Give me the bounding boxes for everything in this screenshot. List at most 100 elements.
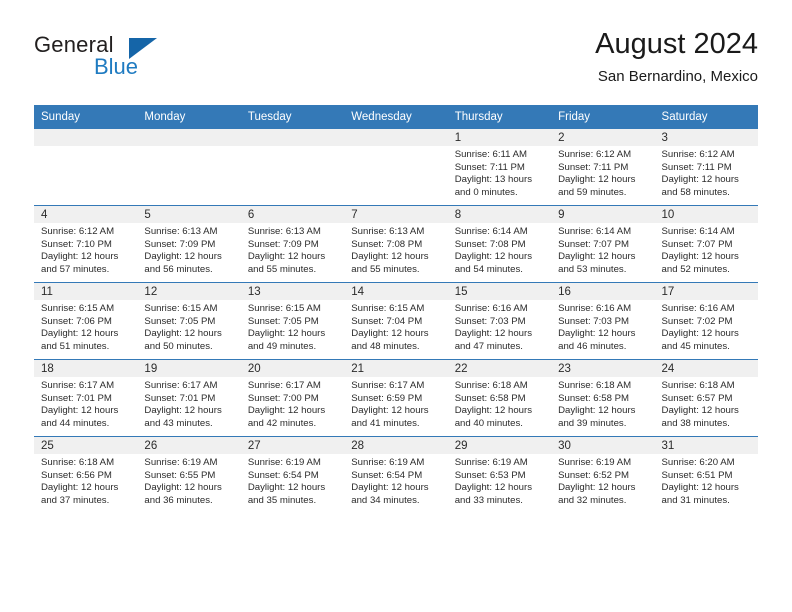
daylight-text-line1: Daylight: 12 hours bbox=[247, 405, 326, 417]
sunrise-text: Sunrise: 6:18 AM bbox=[661, 380, 735, 391]
sunset-text: Sunset: 6:57 PM bbox=[661, 392, 733, 404]
sunset-text: Sunset: 7:01 PM bbox=[41, 392, 112, 404]
sunset-text: Sunset: 6:54 PM bbox=[351, 469, 423, 481]
day-number: 20 bbox=[240, 360, 345, 377]
day-number: 30 bbox=[551, 437, 655, 454]
calendar-day-cell[interactable]: 28 Sunrise: 6:19 AM Sunset: 6:54 PM Dayligh… bbox=[344, 436, 448, 513]
daylight-text-line1: Daylight: 12 hours bbox=[351, 405, 429, 417]
sunset-text: Sunset: 6:58 PM bbox=[558, 392, 630, 404]
calendar-day-cell[interactable]: 1 Sunrise: 6:11 AM Sunset: 7:11 PM Daylight… bbox=[447, 129, 552, 206]
sunrise-text: Sunrise: 6:12 AM bbox=[661, 149, 735, 160]
sunset-text: Sunset: 6:55 PM bbox=[144, 469, 216, 481]
sunset-text: Sunset: 7:08 PM bbox=[454, 238, 526, 250]
calendar-day-cell[interactable]: 4 Sunrise: 6:12 AM Sunset: 7:10 PM Daylight… bbox=[34, 205, 138, 283]
calendar-day-cell[interactable]: 23 Sunrise: 6:18 AM Sunset: 6:58 PM Dayligh… bbox=[551, 359, 655, 437]
day-number: 7 bbox=[344, 206, 448, 223]
daylight-text-line1: Daylight: 12 hours bbox=[661, 174, 739, 186]
day-cell-content: 19 Sunrise: 6:17 AM Sunset: 7:01 PM Dayligh… bbox=[137, 360, 241, 436]
calendar-day-cell[interactable]: 3 Sunrise: 6:12 AM Sunset: 7:11 PM Daylight… bbox=[654, 129, 758, 206]
daylight-text-line1: Daylight: 12 hours bbox=[558, 328, 636, 340]
day-sun-info: Sunrise: 6:14 AM Sunset: 7:08 PM Daylight:… bbox=[448, 223, 551, 276]
sunrise-text: Sunrise: 6:15 AM bbox=[351, 303, 425, 314]
calendar-day-cell[interactable]: 27 Sunrise: 6:19 AM Sunset: 6:54 PM Dayligh… bbox=[240, 436, 345, 513]
sunset-text: Sunset: 7:11 PM bbox=[558, 161, 629, 173]
sunrise-text: Sunrise: 6:16 AM bbox=[558, 303, 632, 314]
daylight-text-line1: Daylight: 12 hours bbox=[247, 251, 326, 263]
day-sun-info: Sunrise: 6:17 AM Sunset: 7:00 PM Daylight:… bbox=[241, 377, 344, 430]
sunrise-text: Sunrise: 6:15 AM bbox=[247, 303, 321, 314]
daylight-text-line2: and 32 minutes. bbox=[558, 494, 627, 506]
daylight-text-line2: and 35 minutes. bbox=[247, 494, 317, 506]
calendar-day-cell[interactable]: 19 Sunrise: 6:17 AM Sunset: 7:01 PM Dayligh… bbox=[137, 359, 241, 437]
daylight-text-line2: and 42 minutes. bbox=[247, 417, 317, 429]
daylight-text-line2: and 41 minutes. bbox=[351, 417, 420, 429]
calendar-day-cell[interactable]: 30 Sunrise: 6:19 AM Sunset: 6:52 PM Dayligh… bbox=[551, 436, 655, 513]
day-number: 31 bbox=[654, 437, 758, 454]
day-cell-content: 18 Sunrise: 6:17 AM Sunset: 7:01 PM Dayligh… bbox=[34, 360, 138, 436]
day-cell-content bbox=[34, 129, 138, 205]
weekday-header-wednesday: Wednesday bbox=[344, 105, 448, 129]
day-cell-content: 17 Sunrise: 6:16 AM Sunset: 7:02 PM Dayligh… bbox=[654, 283, 758, 359]
day-cell-content: 12 Sunrise: 6:15 AM Sunset: 7:05 PM Dayligh… bbox=[137, 283, 241, 359]
day-cell-content: 1 Sunrise: 6:11 AM Sunset: 7:11 PM Daylight… bbox=[447, 129, 552, 205]
calendar-week-row: 25 Sunrise: 6:18 AM Sunset: 6:56 PM Dayligh… bbox=[34, 436, 758, 513]
calendar-day-cell[interactable]: 21 Sunrise: 6:17 AM Sunset: 6:59 PM Dayligh… bbox=[344, 359, 448, 437]
daylight-text-line1: Daylight: 12 hours bbox=[351, 251, 429, 263]
day-sun-info: Sunrise: 6:18 AM Sunset: 6:56 PM Daylight:… bbox=[34, 454, 137, 507]
calendar-day-cell[interactable]: 31 Sunrise: 6:20 AM Sunset: 6:51 PM Dayligh… bbox=[654, 436, 758, 513]
sunset-text: Sunset: 7:10 PM bbox=[41, 238, 112, 250]
day-number bbox=[344, 129, 448, 146]
calendar-day-cell[interactable]: 7 Sunrise: 6:13 AM Sunset: 7:08 PM Daylight… bbox=[344, 205, 448, 283]
daylight-text-line2: and 39 minutes. bbox=[558, 417, 627, 429]
sunrise-text: Sunrise: 6:15 AM bbox=[41, 303, 115, 314]
day-cell-content: 31 Sunrise: 6:20 AM Sunset: 6:51 PM Dayligh… bbox=[654, 437, 758, 513]
calendar-day-cell[interactable]: 25 Sunrise: 6:18 AM Sunset: 6:56 PM Dayligh… bbox=[34, 436, 138, 513]
day-cell-content: 28 Sunrise: 6:19 AM Sunset: 6:54 PM Dayligh… bbox=[344, 437, 448, 513]
day-sun-info: Sunrise: 6:15 AM Sunset: 7:04 PM Daylight:… bbox=[344, 300, 447, 353]
sunrise-text: Sunrise: 6:12 AM bbox=[41, 226, 115, 237]
day-number: 2 bbox=[551, 129, 655, 146]
calendar-day-cell[interactable]: 20 Sunrise: 6:17 AM Sunset: 7:00 PM Dayligh… bbox=[240, 359, 345, 437]
calendar-day-cell[interactable]: 14 Sunrise: 6:15 AM Sunset: 7:04 PM Dayligh… bbox=[344, 282, 448, 360]
calendar-day-cell[interactable]: 15 Sunrise: 6:16 AM Sunset: 7:03 PM Dayligh… bbox=[447, 282, 552, 360]
day-number: 21 bbox=[344, 360, 448, 377]
calendar-day-cell[interactable]: 12 Sunrise: 6:15 AM Sunset: 7:05 PM Dayligh… bbox=[137, 282, 241, 360]
calendar-day-cell-empty bbox=[137, 129, 241, 206]
calendar-day-cell[interactable]: 2 Sunrise: 6:12 AM Sunset: 7:11 PM Daylight… bbox=[551, 129, 655, 206]
day-number: 11 bbox=[34, 283, 138, 300]
calendar-day-cell[interactable]: 8 Sunrise: 6:14 AM Sunset: 7:08 PM Daylight… bbox=[447, 205, 552, 283]
calendar-day-cell[interactable]: 16 Sunrise: 6:16 AM Sunset: 7:03 PM Dayligh… bbox=[551, 282, 655, 360]
calendar-day-cell[interactable]: 22 Sunrise: 6:18 AM Sunset: 6:58 PM Dayligh… bbox=[447, 359, 552, 437]
day-cell-content: 10 Sunrise: 6:14 AM Sunset: 7:07 PM Dayligh… bbox=[654, 206, 758, 282]
general-blue-logo: General Blue bbox=[34, 32, 214, 92]
weekday-header-sunday: Sunday bbox=[34, 105, 138, 129]
calendar-day-cell[interactable]: 24 Sunrise: 6:18 AM Sunset: 6:57 PM Dayligh… bbox=[654, 359, 758, 437]
daylight-text-line2: and 56 minutes. bbox=[144, 263, 213, 275]
calendar-day-cell[interactable]: 13 Sunrise: 6:15 AM Sunset: 7:05 PM Dayligh… bbox=[240, 282, 345, 360]
weekday-header-tuesday: Tuesday bbox=[240, 105, 345, 129]
calendar-day-cell[interactable]: 6 Sunrise: 6:13 AM Sunset: 7:09 PM Daylight… bbox=[240, 205, 345, 283]
sunrise-text: Sunrise: 6:17 AM bbox=[247, 380, 321, 391]
day-number: 24 bbox=[654, 360, 758, 377]
day-sun-info: Sunrise: 6:15 AM Sunset: 7:06 PM Daylight:… bbox=[34, 300, 137, 353]
calendar-day-cell[interactable]: 17 Sunrise: 6:16 AM Sunset: 7:02 PM Dayligh… bbox=[654, 282, 758, 360]
daylight-text-line2: and 53 minutes. bbox=[558, 263, 627, 275]
daylight-text-line1: Daylight: 12 hours bbox=[454, 251, 533, 263]
day-cell-content: 8 Sunrise: 6:14 AM Sunset: 7:08 PM Daylight… bbox=[447, 206, 552, 282]
calendar-day-cell-empty bbox=[240, 129, 345, 206]
day-sun-info: Sunrise: 6:11 AM Sunset: 7:11 PM Daylight:… bbox=[448, 146, 551, 199]
calendar-week-row: 18 Sunrise: 6:17 AM Sunset: 7:01 PM Dayligh… bbox=[34, 359, 758, 437]
sunset-text: Sunset: 7:05 PM bbox=[144, 315, 216, 327]
calendar-day-cell[interactable]: 26 Sunrise: 6:19 AM Sunset: 6:55 PM Dayligh… bbox=[137, 436, 241, 513]
calendar-day-cell[interactable]: 11 Sunrise: 6:15 AM Sunset: 7:06 PM Dayligh… bbox=[34, 282, 138, 360]
calendar-day-cell[interactable]: 5 Sunrise: 6:13 AM Sunset: 7:09 PM Daylight… bbox=[137, 205, 241, 283]
day-sun-info: Sunrise: 6:16 AM Sunset: 7:03 PM Daylight:… bbox=[551, 300, 654, 353]
calendar-day-cell[interactable]: 9 Sunrise: 6:14 AM Sunset: 7:07 PM Daylight… bbox=[551, 205, 655, 283]
sunset-text: Sunset: 7:02 PM bbox=[661, 315, 733, 327]
day-cell-content: 26 Sunrise: 6:19 AM Sunset: 6:55 PM Dayligh… bbox=[137, 437, 241, 513]
day-cell-content: 5 Sunrise: 6:13 AM Sunset: 7:09 PM Daylight… bbox=[137, 206, 241, 282]
calendar-day-cell[interactable]: 29 Sunrise: 6:19 AM Sunset: 6:53 PM Dayligh… bbox=[447, 436, 552, 513]
day-number: 13 bbox=[240, 283, 345, 300]
calendar-day-cell[interactable]: 18 Sunrise: 6:17 AM Sunset: 7:01 PM Dayligh… bbox=[34, 359, 138, 437]
calendar-day-cell[interactable]: 10 Sunrise: 6:14 AM Sunset: 7:07 PM Dayligh… bbox=[654, 205, 758, 283]
